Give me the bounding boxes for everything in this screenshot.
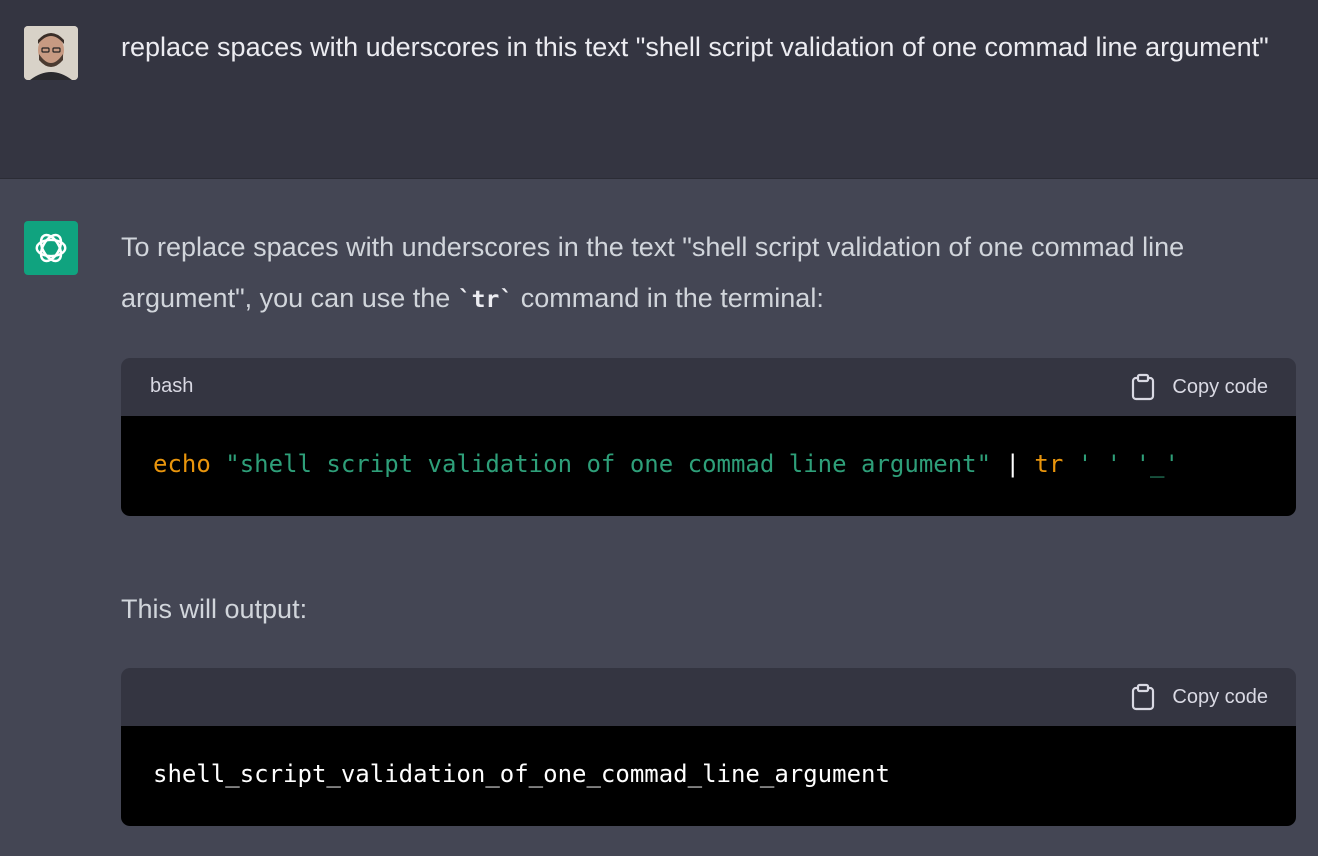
user-message-row: replace spaces with uderscores in this t… — [0, 0, 1318, 179]
code-token-string: "shell script validation of one commad l… — [225, 450, 992, 478]
copy-code-label: Copy code — [1172, 685, 1268, 708]
user-avatar — [24, 26, 78, 80]
code-block-output: Copy code shell_script_validation_of_one… — [121, 668, 1296, 826]
clipboard-icon — [1132, 683, 1155, 711]
code-line: echo "shell script validation of one com… — [153, 450, 1179, 478]
user-message-text: replace spaces with uderscores in this t… — [121, 32, 1269, 62]
code-block-header: Copy code — [121, 668, 1296, 726]
code-output-line: shell_script_validation_of_one_commad_li… — [153, 760, 890, 788]
code-block-body: echo "shell script validation of one com… — [121, 416, 1296, 516]
code-token-pipe: | — [991, 450, 1035, 478]
assistant-message-row: To replace spaces with underscores in th… — [0, 179, 1318, 856]
user-avatar-photo — [24, 26, 78, 80]
output-intro-paragraph: This will output: — [121, 594, 308, 624]
assistant-avatar — [24, 221, 78, 275]
code-block-bash: bash Copy code echo "shell script valida… — [121, 358, 1296, 516]
clipboard-icon — [1132, 373, 1155, 401]
code-token-args: ' ' '_' — [1063, 450, 1179, 478]
code-block-body: shell_script_validation_of_one_commad_li… — [121, 726, 1296, 826]
openai-logo-icon — [35, 233, 67, 263]
copy-code-label: Copy code — [1172, 375, 1268, 398]
copy-code-button[interactable]: Copy code — [1130, 683, 1268, 711]
code-token-echo: echo — [153, 450, 211, 478]
inline-code-tr: `tr` — [457, 287, 514, 313]
intro-text-after: command in the terminal: — [513, 283, 824, 313]
code-block-header: bash Copy code — [121, 358, 1296, 416]
assistant-intro-paragraph: To replace spaces with underscores in th… — [121, 222, 1291, 326]
code-language-label: bash — [150, 375, 194, 397]
code-token-tr: tr — [1034, 450, 1064, 478]
copy-code-button[interactable]: Copy code — [1130, 373, 1268, 401]
